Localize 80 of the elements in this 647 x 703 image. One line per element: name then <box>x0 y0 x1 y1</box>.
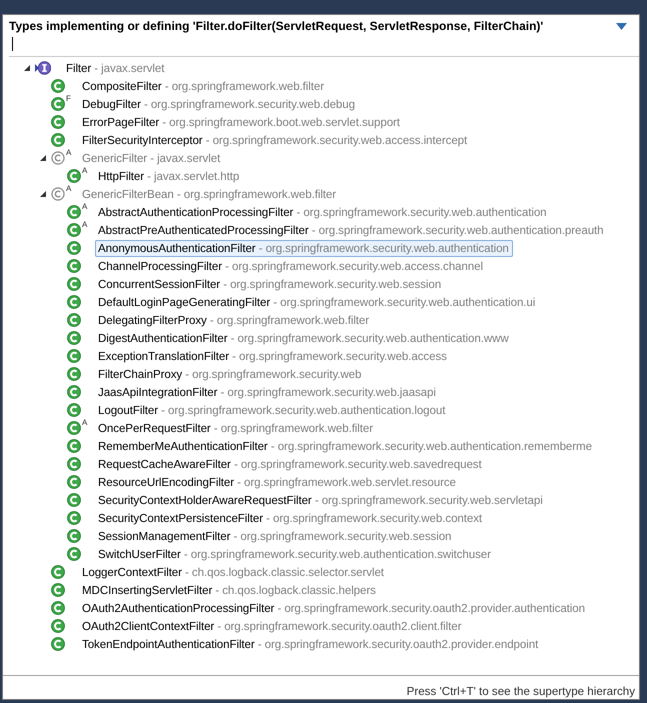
class-icon <box>51 565 65 579</box>
type-item[interactable]: GenericFilterBean - org.springframework.web.filter <box>79 186 340 202</box>
type-item[interactable]: AbstractPreAuthenticatedProcessingFilter - org.springframework.security.web.authentication.preauth <box>95 222 608 238</box>
type-item[interactable]: DelegatingFilterProxy - org.springframework.web.filter <box>95 312 374 328</box>
class-icon <box>67 313 81 327</box>
class-icon <box>51 97 65 111</box>
class-outline-icon <box>51 187 65 201</box>
class-icon <box>67 403 81 417</box>
type-item[interactable]: OncePerRequestFilter - org.springframework.web.filter <box>95 420 377 436</box>
class-icon <box>67 349 81 363</box>
modifier-label: A <box>82 203 88 211</box>
expanded-arrow-icon[interactable] <box>39 190 47 198</box>
type-item[interactable]: ErrorPageFilter - org.springframework.boot.web.servlet.support <box>79 114 404 130</box>
class-icon <box>67 277 81 291</box>
type-item[interactable]: ExceptionTranslationFilter - org.springframework.security.web.access <box>95 348 451 364</box>
popup-title: Types implementing or defining 'Filter.doFilter(ServletRequest, ServletResponse, FilterChain)' <box>9 19 544 33</box>
class-icon <box>67 367 81 381</box>
type-item[interactable]: RequestCacheAwareFilter - org.springframework.security.web.savedrequest <box>95 456 486 472</box>
expanded-arrow-icon[interactable] <box>23 64 31 72</box>
class-icon <box>67 295 81 309</box>
class-icon <box>67 511 81 525</box>
modifier-label: A <box>82 419 88 427</box>
type-item[interactable]: FilterSecurityInterceptor - org.springframework.security.web.access.intercept <box>79 132 472 148</box>
modifier-label: A <box>82 167 88 175</box>
filter-input-field[interactable] <box>9 35 639 57</box>
type-item[interactable]: LogoutFilter - org.springframework.security.web.authentication.logout <box>95 402 450 418</box>
class-icon <box>67 259 81 273</box>
class-icon <box>67 439 81 453</box>
type-item[interactable]: AbstractAuthenticationProcessingFilter - org.springframework.security.web.authentication <box>95 204 551 220</box>
class-icon <box>51 115 65 129</box>
class-icon <box>67 457 81 471</box>
menu-icon[interactable] <box>616 22 627 30</box>
type-item[interactable]: Filter - javax.servlet <box>63 60 168 76</box>
type-item[interactable]: GenericFilter - javax.servlet <box>79 150 224 166</box>
type-item[interactable]: MDCInsertingServletFilter - ch.qos.logback.classic.helpers <box>79 582 380 598</box>
type-item[interactable]: DebugFilter - org.springframework.security.web.debug <box>79 96 359 112</box>
class-icon <box>51 79 65 93</box>
class-icon <box>67 493 81 507</box>
type-item[interactable]: ResourceUrlEncodingFilter - org.springframework.web.servlet.resource <box>95 474 460 490</box>
class-icon <box>51 601 65 615</box>
class-icon <box>51 619 65 633</box>
class-icon <box>67 241 81 255</box>
class-icon <box>67 421 81 435</box>
type-item[interactable]: OAuth2ClientContextFilter - org.springframework.security.oauth2.client.filter <box>79 618 466 634</box>
class-icon <box>67 475 81 489</box>
class-icon <box>67 169 81 183</box>
type-item[interactable]: ConcurrentSessionFilter - org.springframework.security.web.session <box>95 276 446 292</box>
interface-icon <box>35 61 51 75</box>
modifier-label: A <box>82 221 88 229</box>
modifier-label: A <box>66 185 72 193</box>
modifier-label: F <box>66 95 71 103</box>
class-icon <box>51 133 65 147</box>
type-item[interactable]: ChannelProcessingFilter - org.springframework.security.web.access.channel <box>95 258 487 274</box>
type-item[interactable]: DigestAuthenticationFilter - org.springframework.security.web.authentication.www <box>95 330 513 346</box>
class-icon <box>67 331 81 345</box>
type-item[interactable]: SecurityContextHolderAwareRequestFilter - org.springframework.security.web.servletapi <box>95 492 547 508</box>
type-item[interactable]: CompositeFilter - org.springframework.web.filter <box>79 78 328 94</box>
class-icon <box>67 547 81 561</box>
type-item[interactable]: RememberMeAuthenticationFilter - org.springframework.security.web.authentication.rememberme <box>95 438 596 454</box>
type-item[interactable]: DefaultLoginPageGeneratingFilter - org.springframework.security.web.authentication.ui <box>95 294 540 310</box>
type-item[interactable]: SessionManagementFilter - org.springframework.security.web.session <box>95 528 456 544</box>
type-item[interactable]: TokenEndpointAuthenticationFilter - org.springframework.security.oauth2.provider.endpoint <box>79 636 542 652</box>
modifier-label: A <box>66 149 72 157</box>
class-icon <box>51 583 65 597</box>
type-item[interactable]: JaasApiIntegrationFilter - org.springframework.security.web.jaasapi <box>95 384 440 400</box>
type-item[interactable]: SecurityContextPersistenceFilter - org.springframework.security.web.context <box>95 510 486 526</box>
class-outline-icon <box>51 151 65 165</box>
type-item[interactable]: OAuth2AuthenticationProcessingFilter - org.springframework.security.oauth2.provider.authentication <box>79 600 589 616</box>
class-icon <box>67 529 81 543</box>
status-hint: Press 'Ctrl+T' to see the supertype hierarchy <box>406 685 635 698</box>
type-item[interactable]: HttpFilter - javax.servlet.http <box>95 168 244 184</box>
type-item[interactable]: LoggerContextFilter - ch.qos.logback.classic.selector.servlet <box>79 564 388 580</box>
type-item[interactable]: SwitchUserFilter - org.springframework.security.web.authentication.switchuser <box>95 546 495 562</box>
class-icon <box>67 205 81 219</box>
type-item[interactable]: AnonymousAuthenticationFilter - org.springframework.security.web.authentication <box>95 240 513 256</box>
class-icon <box>67 385 81 399</box>
type-item[interactable]: FilterChainProxy - org.springframework.security.web <box>95 366 366 382</box>
expanded-arrow-icon[interactable] <box>39 154 47 162</box>
class-icon <box>67 223 81 237</box>
class-icon <box>51 637 65 651</box>
